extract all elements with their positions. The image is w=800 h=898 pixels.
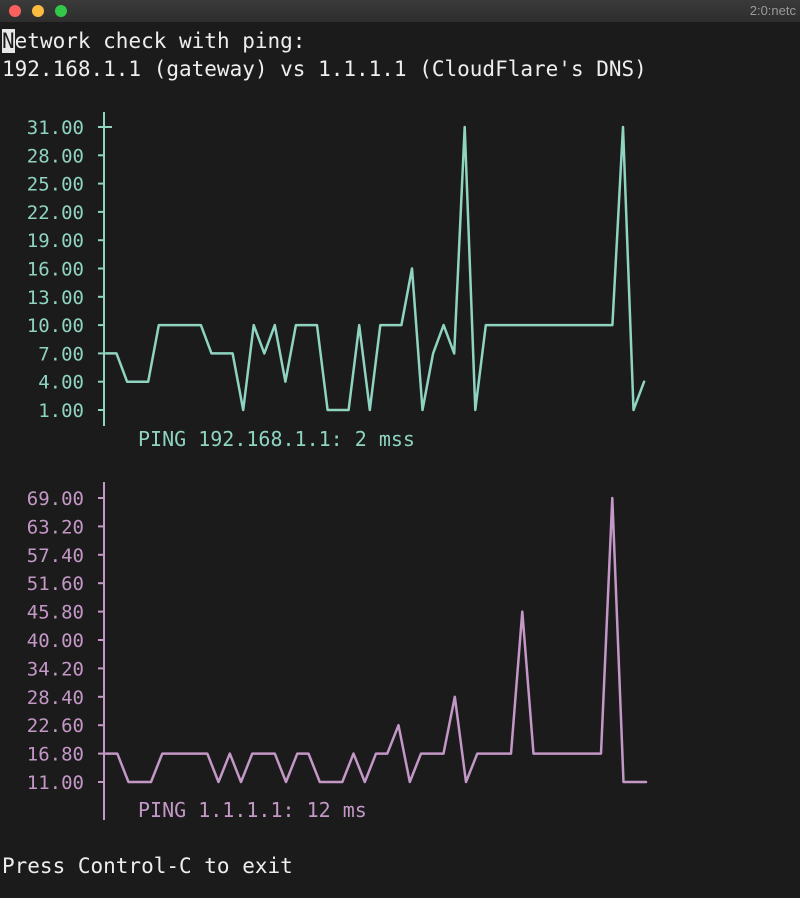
gateway-caption: PING 192.168.1.1: 2 mss: [138, 427, 415, 451]
dns-y-tick-label: 11.00: [27, 772, 84, 794]
dns-y-tick-label: 40.00: [27, 630, 84, 652]
gateway-y-tick-label: 16.00: [27, 259, 84, 281]
dns-caption: PING 1.1.1.1: 12 ms: [138, 798, 367, 822]
gateway-y-tick-label: 10.00: [27, 315, 84, 337]
gateway-y-tick-label: 1.00: [38, 400, 84, 422]
dns-y-tick-label: 69.00: [27, 488, 84, 510]
header-line-1-text: etwork check with ping:: [14, 29, 306, 53]
gateway-y-tick-label: 25.00: [27, 174, 84, 196]
window-title: 2:0:netc: [749, 3, 796, 18]
dns-y-tick-label: 57.40: [27, 545, 84, 567]
zoom-window-button[interactable]: [55, 5, 67, 17]
dns-y-tick-label: 45.80: [27, 602, 84, 624]
header-line-2: 192.168.1.1 (gateway) vs 1.1.1.1 (CloudF…: [2, 57, 647, 81]
dns-y-tick-label: 51.60: [27, 573, 84, 595]
close-window-button[interactable]: [9, 5, 21, 17]
header-line-1: Network check with ping:: [2, 27, 305, 55]
dns-y-tick-label: 28.40: [27, 687, 84, 709]
gateway-y-tick-label: 13.00: [27, 287, 84, 309]
dns-y-tick-label: 63.20: [27, 516, 84, 538]
gateway-series-line: [104, 125, 646, 412]
gateway-y-tick-label: 22.00: [27, 202, 84, 224]
gateway-y-tick-label: 31.00: [27, 117, 84, 139]
gateway-y-tick-label: 28.00: [27, 145, 84, 167]
gateway-y-tick-label: 7.00: [38, 343, 84, 365]
gateway-y-tick-label: 19.00: [27, 230, 84, 252]
exit-hint: Press Control-C to exit: [2, 854, 293, 878]
dns-y-tick-label: 16.80: [27, 744, 84, 766]
window-titlebar: 2:0:netc: [0, 0, 800, 23]
dns-y-tick-label: 34.20: [27, 658, 84, 680]
dns-series-line: [104, 496, 648, 784]
minimize-window-button[interactable]: [32, 5, 44, 17]
gateway-y-tick-label: 4.00: [38, 372, 84, 394]
dns-y-tick-label: 22.60: [27, 715, 84, 737]
terminal-pane[interactable]: Network check with ping: 192.168.1.1 (ga…: [0, 22, 800, 898]
terminal-cursor: N: [2, 29, 15, 53]
dns-ping-chart: 69.00 63.20 57.40 51.60 45.80 40.00 34.20 28.40…: [27, 482, 648, 822]
